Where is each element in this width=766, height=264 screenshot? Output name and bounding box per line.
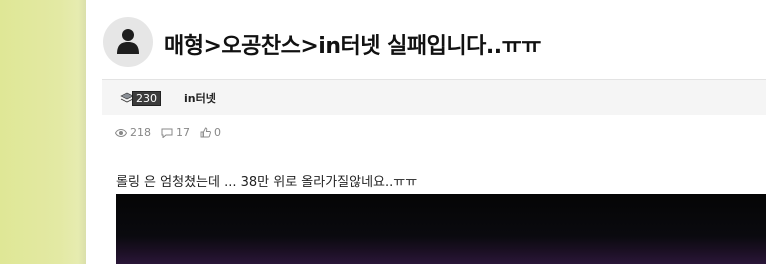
page-background bbox=[0, 0, 86, 264]
level-number: 230 bbox=[132, 90, 161, 106]
comment-icon bbox=[161, 128, 173, 138]
post-title: 매형>오공찬스>in터넷 실패입니다..ㅠㅠ bbox=[164, 34, 542, 59]
view-count: 218 bbox=[115, 126, 151, 139]
post-card: 매형>오공찬스>in터넷 실패입니다..ㅠㅠ 230 in터넷 218 17 0… bbox=[86, 0, 766, 264]
post-media[interactable] bbox=[116, 194, 766, 264]
eye-icon bbox=[115, 128, 127, 137]
like-count[interactable]: 0 bbox=[200, 126, 221, 139]
post-body: 롤링 은 엄청쳤는데 ... 38만 위로 올라가질않네요..ㅠㅠ bbox=[116, 175, 418, 190]
author-name[interactable]: in터넷 bbox=[184, 90, 216, 106]
view-count-value: 218 bbox=[130, 126, 151, 139]
author-avatar[interactable] bbox=[103, 17, 153, 67]
user-avatar-icon bbox=[117, 29, 139, 54]
thumbs-up-icon bbox=[200, 127, 211, 138]
author-bar: 230 in터넷 bbox=[102, 79, 766, 115]
like-count-value: 0 bbox=[214, 126, 221, 139]
comment-count: 17 bbox=[161, 126, 190, 139]
level-badge: 230 bbox=[120, 90, 161, 106]
card-shadow bbox=[78, 0, 86, 264]
comment-count-value: 17 bbox=[176, 126, 190, 139]
post-stats: 218 17 0 bbox=[115, 126, 231, 139]
